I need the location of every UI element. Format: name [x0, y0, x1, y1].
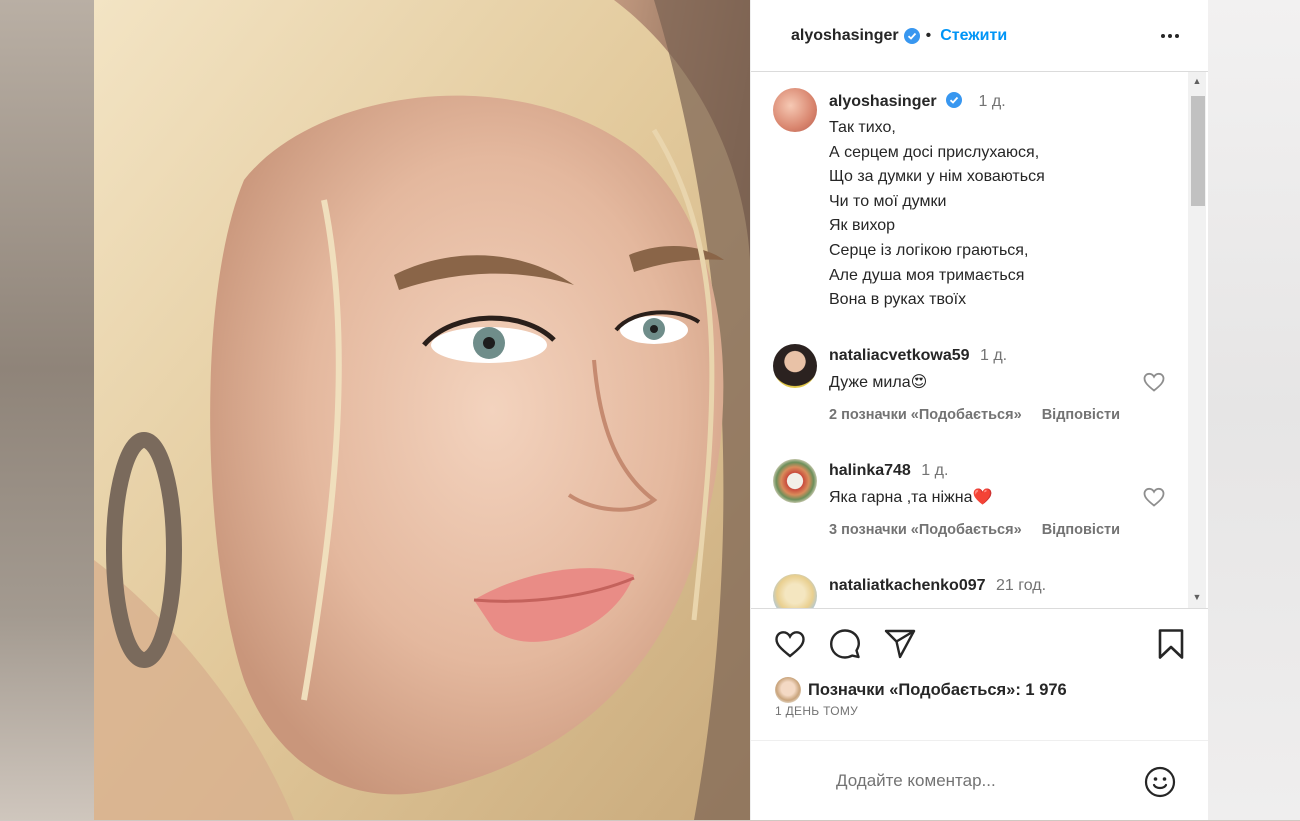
- verified-badge-icon: [946, 92, 963, 108]
- header-username[interactable]: alyoshasinger: [791, 27, 899, 45]
- dot-separator: •: [925, 26, 932, 44]
- comment-username[interactable]: halinka748: [829, 462, 911, 479]
- reply-button[interactable]: Відповісти: [1042, 522, 1120, 538]
- caption-line: Так тихо,: [829, 119, 896, 136]
- caption-line: Як вихор: [829, 217, 896, 235]
- add-comment-bar: [751, 740, 1208, 821]
- comment-meta: 2 позначки «Подобається» Відповісти: [829, 407, 1120, 423]
- caption-time[interactable]: 1 д.: [979, 93, 1006, 110]
- comment-time[interactable]: 1 д.: [921, 462, 948, 479]
- commenter-avatar[interactable]: [773, 459, 817, 503]
- comment-header: nataliatkachenko097 21 год.: [829, 577, 1046, 595]
- reply-button[interactable]: Відповісти: [1042, 407, 1120, 423]
- blurred-background-right: [1207, 0, 1300, 820]
- comments-scrollbar[interactable]: ▲ ▼: [1188, 72, 1206, 608]
- likes-count[interactable]: Позначки «Подобається»: 1 976: [808, 681, 1067, 700]
- verified-badge-icon: [903, 27, 920, 44]
- scrollbar-thumb[interactable]: [1191, 96, 1205, 206]
- comments-list[interactable]: alyoshasinger 1 д. Так тихо, А серцем до…: [751, 72, 1208, 609]
- comment-meta: 3 позначки «Подобається» Відповісти: [829, 522, 1120, 538]
- post-header: alyoshasinger • Стежити: [751, 0, 1208, 72]
- portrait-illustration: [94, 0, 750, 820]
- follow-button[interactable]: Стежити: [940, 27, 1007, 45]
- bookmark-icon[interactable]: [1154, 627, 1188, 661]
- post-date[interactable]: 1 ДЕНЬ ТОМУ: [775, 704, 858, 718]
- comment-likes-count[interactable]: 2 позначки «Подобається»: [829, 407, 1022, 423]
- liker-avatar: [775, 677, 801, 703]
- comment-header: nataliacvetkowa59 1 д.: [829, 347, 1007, 365]
- author-avatar[interactable]: [773, 88, 817, 132]
- post-side-panel: alyoshasinger • Стежити alyoshasinger 1 …: [750, 0, 1208, 820]
- comment-header: halinka748 1 д.: [829, 462, 948, 480]
- commenter-avatar[interactable]: [773, 344, 817, 388]
- caption-username[interactable]: alyoshasinger: [829, 93, 937, 110]
- scroll-up-arrow-icon[interactable]: ▲: [1192, 76, 1202, 86]
- scroll-down-arrow-icon[interactable]: ▼: [1192, 592, 1202, 602]
- likes-summary[interactable]: Позначки «Подобається»: 1 976: [775, 677, 1067, 703]
- caption-line: Серце із логікою граються,: [829, 241, 1029, 259]
- comment-username[interactable]: nataliacvetkowa59: [829, 347, 970, 364]
- smiley-icon[interactable]: [1143, 765, 1177, 799]
- comment-text: Яка гарна ,та ніжна❤️: [829, 489, 993, 506]
- heart-icon[interactable]: [773, 627, 807, 661]
- comment-text: Дуже мила😍: [829, 374, 928, 391]
- comment-likes-count[interactable]: 3 позначки «Подобається»: [829, 522, 1022, 538]
- comment-time[interactable]: 1 д.: [980, 347, 1007, 364]
- more-options-icon[interactable]: [1158, 24, 1182, 48]
- comment-like-heart-icon[interactable]: [1142, 485, 1166, 509]
- caption-header: alyoshasinger 1 д.: [829, 92, 1006, 111]
- commenter-avatar[interactable]: [773, 574, 817, 608]
- caption-line: Але душа моя тримається: [829, 266, 1025, 284]
- blurred-background-left: [0, 0, 94, 820]
- paper-plane-icon[interactable]: [883, 627, 917, 661]
- caption-text: Так тихо, А серцем досі прислухаюся, Що …: [829, 116, 1045, 313]
- caption-line: Що за думки у нім ховаються: [829, 168, 1045, 186]
- comment-like-heart-icon[interactable]: [1142, 370, 1166, 394]
- post-photo[interactable]: [94, 0, 750, 820]
- caption-line: Чи то мої думки: [829, 192, 947, 210]
- comment-input[interactable]: [834, 767, 1138, 795]
- comment-time[interactable]: 21 год.: [996, 577, 1046, 594]
- caption-line: Вона в руках твоїх: [829, 291, 967, 309]
- comment-username[interactable]: nataliatkachenko097: [829, 577, 986, 594]
- caption-line: А серцем досі прислухаюся,: [829, 143, 1040, 161]
- comment-icon[interactable]: [828, 627, 862, 661]
